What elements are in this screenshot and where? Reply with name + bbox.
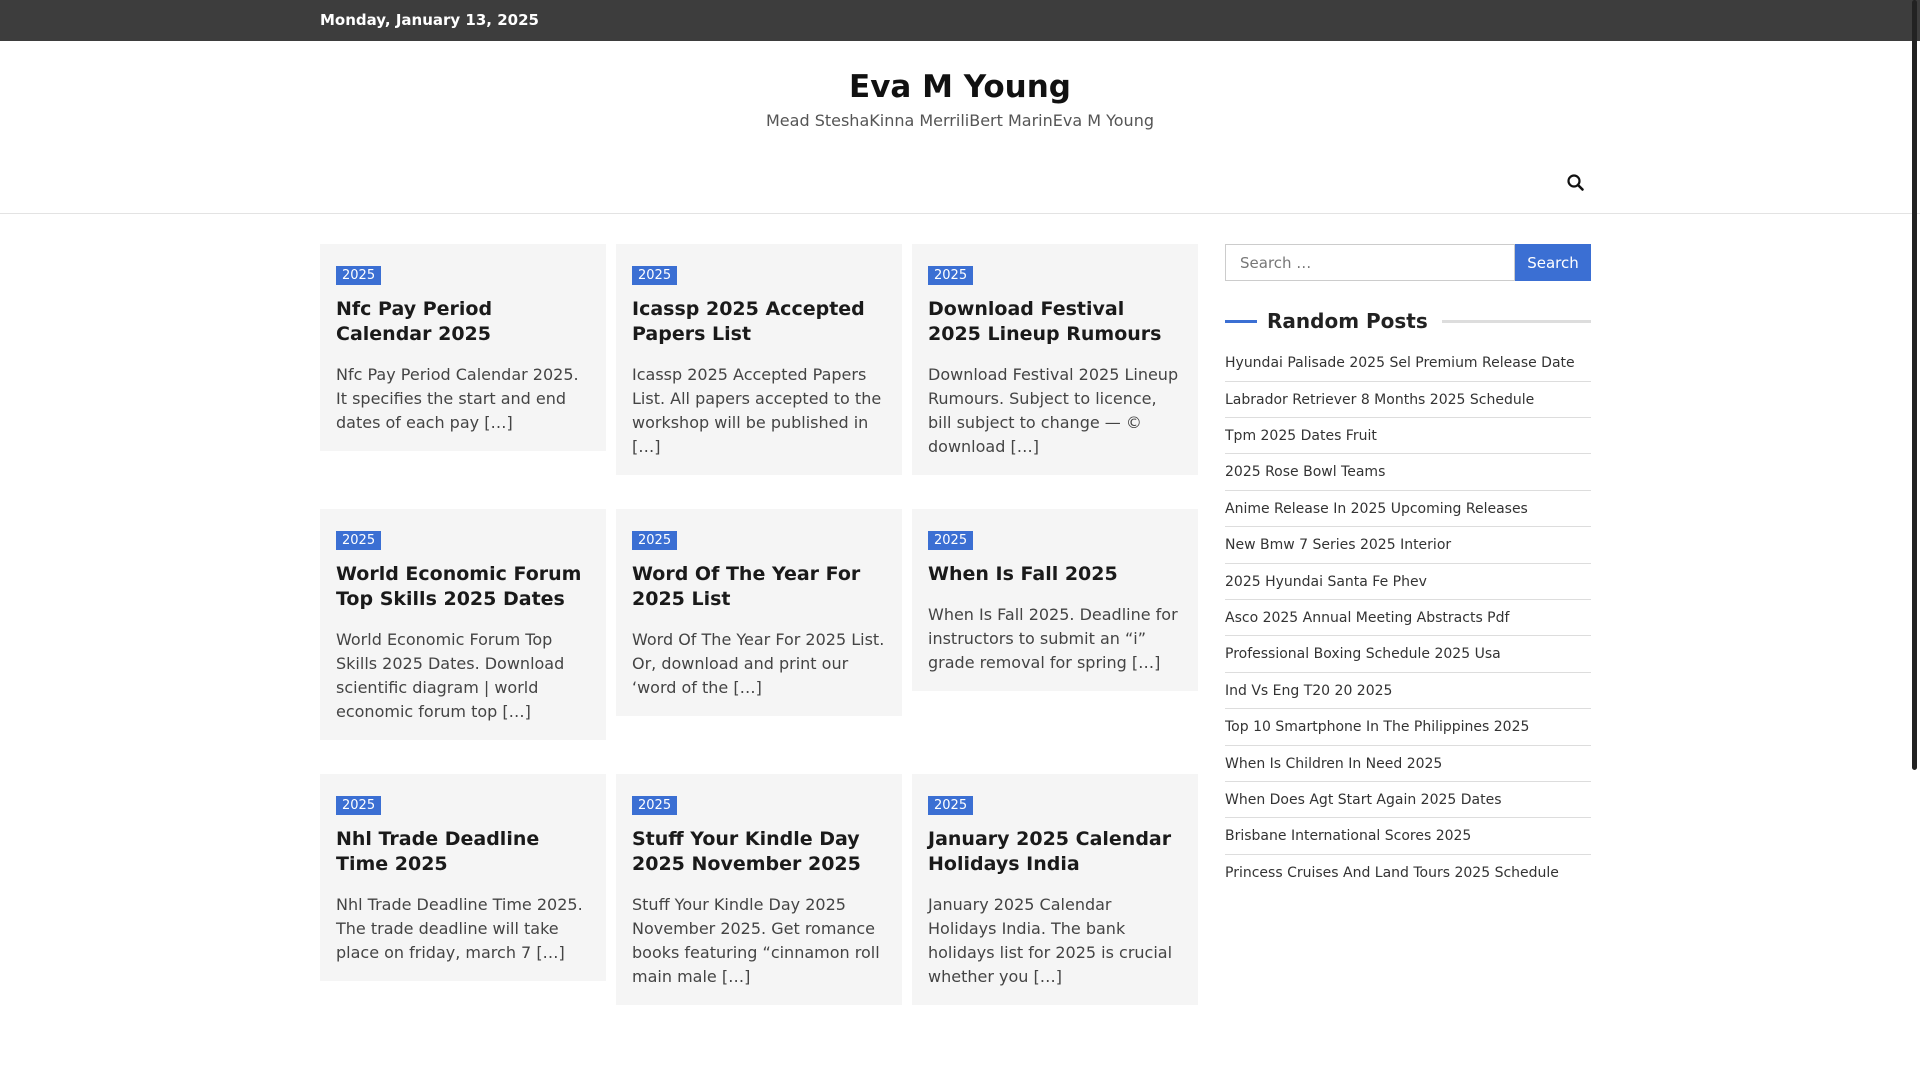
random-post-link[interactable]: New Bmw 7 Series 2025 Interior [1225,527,1591,564]
random-post-link[interactable]: Labrador Retriever 8 Months 2025 Schedul… [1225,382,1591,419]
random-posts-header: Random Posts [1225,309,1591,333]
post-excerpt: When Is Fall 2025. Deadline for instruct… [928,605,1178,673]
post-card: 2025 When Is Fall 2025 When Is Fall 2025… [912,509,1198,692]
post-excerpt: Word Of The Year For 2025 List. Or, down… [632,630,885,698]
sidebar-search-form: Search [1225,244,1591,282]
search-input[interactable] [1225,244,1515,282]
post-title[interactable]: Icassp 2025 Accepted Papers List [632,297,886,347]
post-row: 2025 World Economic Forum Top Skills 202… [320,509,1200,741]
widget-title: Random Posts [1267,309,1428,334]
random-post-link[interactable]: Princess Cruises And Land Tours 2025 Sch… [1225,855,1591,891]
post-card: 2025 World Economic Forum Top Skills 202… [320,509,606,741]
post-excerpt: Stuff Your Kindle Day 2025 November 2025… [632,895,880,987]
random-post-link[interactable]: Brisbane International Scores 2025 [1225,818,1591,855]
post-title[interactable]: When Is Fall 2025 [928,562,1182,587]
posts-grid: 2025 Nfc Pay Period Calendar 2025 Nfc Pa… [320,244,1200,1039]
random-post-link[interactable]: Tpm 2025 Dates Fruit [1225,418,1591,455]
search-button[interactable]: Search [1515,244,1591,282]
random-post-link[interactable]: When Is Children In Need 2025 [1225,746,1591,782]
random-post-link[interactable]: Top 10 Smartphone In The Philippines 202… [1225,709,1591,746]
post-card: 2025 Download Festival 2025 Lineup Rumou… [912,244,1198,476]
post-excerpt: January 2025 Calendar Holidays India. Th… [928,895,1173,987]
post-excerpt: Nfc Pay Period Calendar 2025. It specifi… [336,365,579,433]
post-title[interactable]: Nfc Pay Period Calendar 2025 [336,297,590,347]
category-badge[interactable]: 2025 [928,531,974,551]
random-post-link[interactable]: When Does Agt Start Again 2025 Dates [1225,782,1591,819]
post-title[interactable]: Stuff Your Kindle Day 2025 November 2025 [632,827,886,877]
category-badge[interactable]: 2025 [336,266,382,286]
post-title[interactable]: Nhl Trade Deadline Time 2025 [336,827,590,877]
post-row: 2025 Nhl Trade Deadline Time 2025 Nhl Tr… [320,774,1200,1006]
page-scrollbar[interactable] [1912,0,1917,770]
post-card: 2025 January 2025 Calendar Holidays Indi… [912,774,1198,1006]
random-post-link[interactable]: 2025 Hyundai Santa Fe Phev [1225,564,1591,601]
random-post-link[interactable]: Professional Boxing Schedule 2025 Usa [1225,636,1591,673]
post-excerpt: World Economic Forum Top Skills 2025 Dat… [336,630,565,722]
post-title[interactable]: Download Festival 2025 Lineup Rumours [928,297,1182,347]
post-card: 2025 Word Of The Year For 2025 List Word… [616,509,902,717]
post-card: 2025 Nfc Pay Period Calendar 2025 Nfc Pa… [320,244,606,452]
title-accent-line [1225,319,1257,323]
title-divider-line [1441,319,1591,323]
site-description: Mead SteshaKinna MerriliBert MarinEva M … [766,111,1154,131]
random-post-link[interactable]: 2025 Rose Bowl Teams [1225,454,1591,491]
random-posts-list: Hyundai Palisade 2025 Sel Premium Releas… [1225,345,1591,891]
search-icon[interactable] [1565,172,1587,194]
current-date: Monday, January 13, 2025 [320,11,539,29]
random-post-link[interactable]: Hyundai Palisade 2025 Sel Premium Releas… [1225,345,1591,382]
site-header: Eva M Young Mead SteshaKinna MerriliBert… [0,41,1920,130]
top-bar: Monday, January 13, 2025 [0,0,1920,41]
category-badge[interactable]: 2025 [632,531,678,551]
post-excerpt: Nhl Trade Deadline Time 2025. The trade … [336,895,583,963]
random-post-link[interactable]: Anime Release In 2025 Upcoming Releases [1225,491,1591,528]
category-badge[interactable]: 2025 [928,796,974,816]
category-badge[interactable]: 2025 [336,796,382,816]
sidebar: Search Random Posts Hyundai Palisade 202… [1225,244,1591,891]
random-post-link[interactable]: Asco 2025 Annual Meeting Abstracts Pdf [1225,600,1591,637]
post-title[interactable]: January 2025 Calendar Holidays India [928,827,1182,877]
post-title[interactable]: World Economic Forum Top Skills 2025 Dat… [336,562,590,612]
category-badge[interactable]: 2025 [928,266,974,286]
category-badge[interactable]: 2025 [632,266,678,286]
post-title[interactable]: Word Of The Year For 2025 List [632,562,886,612]
post-card: 2025 Nhl Trade Deadline Time 2025 Nhl Tr… [320,774,606,982]
post-excerpt: Download Festival 2025 Lineup Rumours. S… [928,365,1179,457]
post-row: 2025 Nfc Pay Period Calendar 2025 Nfc Pa… [320,244,1200,476]
post-excerpt: Icassp 2025 Accepted Papers List. All pa… [632,365,882,457]
category-badge[interactable]: 2025 [632,796,678,816]
site-title[interactable]: Eva M Young [0,67,1920,107]
category-badge[interactable]: 2025 [336,531,382,551]
main-navigation [0,130,1920,215]
random-post-link[interactable]: Ind Vs Eng T20 20 2025 [1225,673,1591,710]
post-card: 2025 Icassp 2025 Accepted Papers List Ic… [616,244,902,476]
post-card: 2025 Stuff Your Kindle Day 2025 November… [616,774,902,1006]
